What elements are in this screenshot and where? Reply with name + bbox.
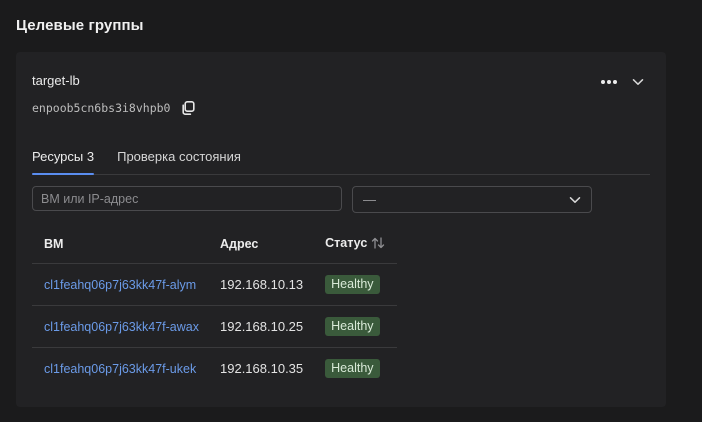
- page: Целевые группы target-lb enpoob5cn6bs3i8…: [0, 0, 702, 422]
- column-header-vm-label: ВМ: [44, 237, 64, 251]
- section-title: Целевые группы: [16, 17, 144, 34]
- cell-status: Healthy: [313, 348, 397, 390]
- status-badge: Healthy: [325, 317, 380, 336]
- column-header-address: Адрес: [212, 225, 314, 264]
- chevron-down-icon[interactable]: [632, 78, 644, 86]
- chevron-down-icon: [569, 191, 581, 209]
- cell-vm: cl1feahq06p7j63kk47f-awax: [32, 305, 212, 348]
- card-actions: [600, 78, 644, 86]
- search-input[interactable]: [32, 186, 342, 211]
- vm-link[interactable]: cl1feahq06p7j63kk47f-ukek: [44, 362, 196, 376]
- cell-address: 192.168.10.13: [212, 263, 314, 306]
- status-badge: Healthy: [325, 275, 380, 294]
- table-row: cl1feahq06p7j63kk47f-ukek 192.168.10.35 …: [32, 348, 397, 390]
- table-row: cl1feahq06p7j63kk47f-alym 192.168.10.13 …: [32, 263, 398, 306]
- column-header-status-label: Статус: [325, 236, 368, 250]
- cell-status: Healthy: [313, 305, 398, 348]
- column-header-vm: ВМ: [32, 225, 212, 264]
- column-header-status[interactable]: Статус: [313, 225, 398, 264]
- tab-resources[interactable]: Ресурсы 3: [32, 147, 95, 175]
- resources-table: ВМ Адрес Статус cl1feahq06p7j63kk47f-aly…: [32, 225, 398, 390]
- status-select-value: —: [363, 192, 376, 207]
- vm-link[interactable]: cl1feahq06p7j63kk47f-alym: [44, 278, 196, 292]
- table-header-row: ВМ Адрес Статус: [32, 225, 398, 264]
- cell-address: 192.168.10.35: [220, 361, 304, 376]
- status-select[interactable]: —: [352, 186, 592, 213]
- target-group-id: enpoob5cn6bs3i8vhpb0: [32, 101, 171, 115]
- status-badge: Healthy: [325, 359, 380, 378]
- target-group-id-row: enpoob5cn6bs3i8vhpb0: [32, 100, 196, 116]
- table-row: cl1feahq06p7j63kk47f-awax 192.168.10.25 …: [32, 305, 398, 348]
- target-group-name: target-lb: [32, 73, 80, 88]
- cell-vm: cl1feahq06p7j63kk47f-alym: [32, 263, 212, 306]
- filters: —: [32, 186, 592, 213]
- copy-icon[interactable]: [180, 100, 196, 116]
- sort-arrows-icon[interactable]: [371, 237, 385, 252]
- vm-link[interactable]: cl1feahq06p7j63kk47f-awax: [44, 320, 199, 334]
- cell-vm: cl1feahq06p7j63kk47f-ukek: [32, 348, 212, 390]
- tabs: Ресурсы 3 Проверка состояния: [32, 147, 650, 175]
- cell-status: Healthy: [313, 263, 398, 306]
- column-header-address-label: Адрес: [220, 237, 259, 251]
- target-group-card: target-lb enpoob5cn6bs3i8vhpb0 Ресурсы 3…: [16, 52, 666, 407]
- cell-address: 192.168.10.25: [212, 305, 314, 348]
- more-horizontal-icon[interactable]: [600, 79, 618, 85]
- tab-health-check[interactable]: Проверка состояния: [117, 147, 241, 174]
